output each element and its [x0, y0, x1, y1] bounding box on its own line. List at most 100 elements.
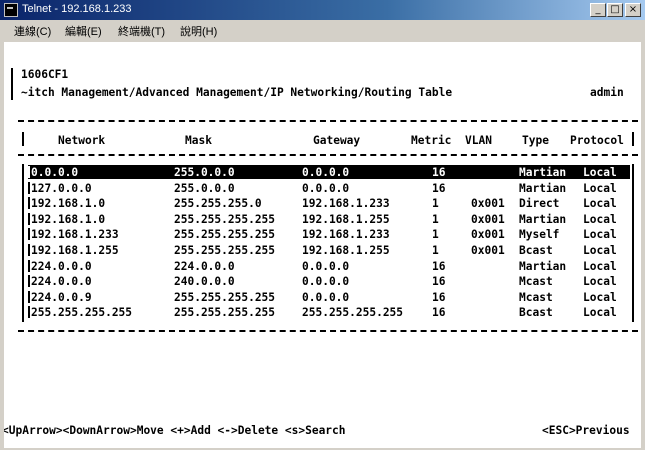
row-cursor-bar [28, 290, 30, 303]
cell-metric: 16 [432, 181, 446, 195]
cell-network: 127.0.0.0 [31, 181, 92, 195]
cell-protocol: Local [583, 244, 617, 257]
cell-network: 192.168.1.0 [31, 197, 106, 211]
cell-type: Martian [519, 212, 567, 226]
device-name: 1606CF1 [21, 68, 69, 81]
cell-type: Martian [519, 181, 567, 195]
cell-protocol: Local [583, 275, 617, 289]
cell-protocol: Local [583, 306, 617, 320]
key-help-text: <UpArrow><DownArrow>Move <+>Add <->Delet… [4, 424, 346, 437]
minimize-button[interactable]: _ [590, 3, 606, 17]
maximize-button[interactable]: □ [607, 3, 623, 17]
cell-gateway: 0.0.0.0 [302, 259, 350, 273]
cell-mask: 255.0.0.0 [174, 181, 235, 195]
cell-mask: 240.0.0.0 [174, 275, 235, 289]
col-header-protocol: Protocol [570, 134, 624, 147]
cell-metric: 16 [432, 306, 446, 320]
cell-network: 192.168.1.233 [31, 228, 119, 242]
cell-protocol: Local [583, 228, 617, 242]
cell-vlan: 0x001 [471, 228, 505, 242]
cell-network: 224.0.0.0 [31, 275, 92, 289]
menu-connect[interactable]: 連線(C) [14, 23, 51, 39]
cell-mask: 224.0.0.0 [174, 259, 235, 273]
row-cursor-bar [28, 306, 30, 319]
user-name: admin [590, 86, 624, 99]
cell-gateway: 192.168.1.255 [302, 244, 390, 257]
cell-protocol: Local [583, 290, 617, 304]
header-row-border-left [22, 132, 24, 146]
cell-type: Mcast [519, 275, 553, 289]
menu-help[interactable]: 說明(H) [180, 23, 217, 39]
row-cursor-bar [28, 244, 30, 256]
col-header-type: Type [522, 134, 549, 147]
window-title: Telnet - 192.168.1.233 [22, 3, 132, 15]
cell-mask: 255.255.255.255 [174, 290, 276, 304]
cell-protocol: Local [583, 181, 617, 195]
menu-terminal[interactable]: 終端機(T) [118, 23, 165, 39]
terminal-screen[interactable]: 1606CF1 ~itch Management/Advanced Manage… [4, 42, 641, 448]
cell-metric: 16 [432, 166, 446, 179]
cell-gateway: 0.0.0.0 [302, 166, 350, 179]
cell-type: Martian [519, 166, 567, 179]
title-bar[interactable]: Telnet - 192.168.1.233 _ □ × [0, 0, 645, 20]
telnet-window: Telnet - 192.168.1.233 _ □ × 連線(C) 編輯(E)… [0, 0, 645, 450]
cell-type: Mcast [519, 290, 553, 304]
cell-network: 192.168.1.255 [31, 244, 119, 257]
row-cursor-bar [28, 212, 30, 225]
cell-metric: 1 [432, 197, 439, 211]
cell-protocol: Local [583, 197, 617, 211]
cell-network: 224.0.0.9 [31, 290, 92, 304]
cell-vlan: 0x001 [471, 197, 505, 211]
cell-protocol: Local [583, 259, 617, 273]
cell-mask: 255.0.0.0 [174, 166, 235, 179]
header-row-border-right [632, 132, 634, 146]
menu-bar: 連線(C) 編輯(E) 終端機(T) 說明(H) [0, 20, 645, 40]
col-header-vlan: VLAN [465, 134, 492, 147]
cell-metric: 16 [432, 275, 446, 289]
cell-mask: 255.255.255.255 [174, 244, 276, 257]
cell-protocol: Local [583, 166, 617, 179]
cell-metric: 16 [432, 290, 446, 304]
cell-metric: 1 [432, 244, 439, 257]
cell-type: Bcast [519, 244, 553, 257]
cell-gateway: 0.0.0.0 [302, 181, 350, 195]
cell-vlan: 0x001 [471, 212, 505, 226]
previous-hint[interactable]: <ESC>Previous [542, 424, 630, 437]
cell-type: Bcast [519, 306, 553, 320]
row-cursor-bar [28, 259, 30, 272]
row-cursor-bar [28, 181, 30, 194]
cell-mask: 255.255.255.0 [174, 197, 262, 211]
cell-network: 0.0.0.0 [31, 166, 79, 179]
menu-path: ~itch Management/Advanced Management/IP … [21, 86, 453, 99]
col-header-mask: Mask [185, 134, 212, 147]
cell-network: 224.0.0.0 [31, 259, 92, 273]
close-button[interactable]: × [625, 3, 641, 17]
cell-vlan: 0x001 [471, 244, 505, 257]
table-bottom-border [18, 330, 638, 332]
cell-gateway: 192.168.1.233 [302, 197, 390, 211]
row-cursor-bar [28, 197, 30, 210]
cell-network: 192.168.1.0 [31, 212, 106, 226]
table-border-right [632, 164, 634, 322]
row-cursor-bar [28, 228, 30, 241]
cell-type: Direct [519, 197, 560, 211]
cell-type: Myself [519, 228, 560, 242]
cell-mask: 255.255.255.255 [174, 212, 276, 226]
cell-protocol: Local [583, 212, 617, 226]
cell-gateway: 192.168.1.255 [302, 212, 390, 226]
cell-gateway: 192.168.1.233 [302, 228, 390, 242]
cell-type: Martian [519, 259, 567, 273]
menu-edit[interactable]: 編輯(E) [65, 23, 102, 39]
cell-mask: 255.255.255.255 [174, 228, 276, 242]
cell-mask: 255.255.255.255 [174, 306, 276, 320]
table-top-border [18, 120, 638, 122]
cell-gateway: 255.255.255.255 [302, 306, 404, 320]
row-cursor-bar [28, 275, 30, 288]
cell-metric: 1 [432, 228, 439, 242]
cell-gateway: 0.0.0.0 [302, 290, 350, 304]
cell-metric: 1 [432, 212, 439, 226]
row-cursor-bar [28, 166, 30, 178]
cell-gateway: 0.0.0.0 [302, 275, 350, 289]
col-header-metric: Metric [411, 134, 452, 147]
header-border-left [11, 68, 13, 100]
